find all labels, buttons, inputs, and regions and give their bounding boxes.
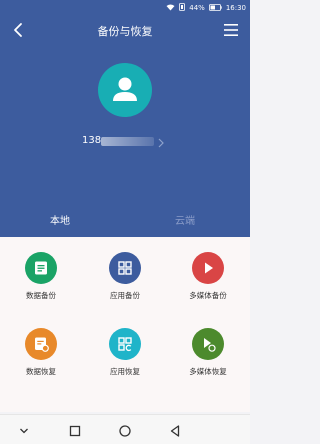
document-restore-icon bbox=[25, 328, 57, 360]
data-restore-label: 数据恢复 bbox=[26, 367, 56, 376]
nav-recents-button[interactable] bbox=[68, 423, 82, 437]
hamburger-menu-icon bbox=[224, 24, 238, 36]
app-bar: 备份与恢复 bbox=[0, 15, 250, 45]
wifi-icon bbox=[166, 4, 175, 13]
tab-cloud[interactable]: 云端 bbox=[175, 212, 195, 227]
masked-phone-digits bbox=[101, 137, 154, 146]
system-nav-bar bbox=[0, 414, 250, 444]
grid-restore-icon bbox=[109, 328, 141, 360]
phone-number: 138 bbox=[82, 135, 102, 146]
tab-local[interactable]: 本地 bbox=[50, 212, 70, 227]
media-backup-button[interactable]: 多媒体备份 bbox=[173, 252, 243, 301]
grid-icon bbox=[109, 252, 141, 284]
play-icon bbox=[192, 252, 224, 284]
play-restore-icon bbox=[192, 328, 224, 360]
media-restore-label: 多媒体恢复 bbox=[189, 367, 227, 376]
data-backup-button[interactable]: 数据备份 bbox=[6, 252, 76, 301]
sim-icon bbox=[179, 3, 186, 13]
circle-icon bbox=[119, 425, 131, 437]
app-backup-button[interactable]: 应用备份 bbox=[90, 252, 160, 301]
battery-percent: 44% bbox=[189, 4, 205, 12]
status-bar: 44% 16:30 bbox=[0, 0, 250, 15]
nav-back-button[interactable] bbox=[168, 423, 182, 437]
chevron-right-icon bbox=[156, 134, 166, 148]
triangle-back-icon bbox=[170, 425, 180, 437]
document-icon bbox=[25, 252, 57, 284]
menu-button[interactable] bbox=[222, 21, 240, 39]
account-row[interactable]: 138 bbox=[0, 133, 250, 149]
media-restore-button[interactable]: 多媒体恢复 bbox=[173, 328, 243, 377]
data-restore-button[interactable]: 数据恢复 bbox=[6, 328, 76, 377]
data-backup-label: 数据备份 bbox=[26, 291, 56, 300]
nav-collapse-button[interactable] bbox=[17, 423, 31, 437]
app-restore-button[interactable]: 应用恢复 bbox=[90, 328, 160, 377]
nav-home-button[interactable] bbox=[118, 423, 132, 437]
page-title: 备份与恢复 bbox=[97, 25, 153, 38]
media-backup-label: 多媒体备份 bbox=[189, 291, 227, 300]
app-backup-label: 应用备份 bbox=[110, 291, 140, 300]
user-icon bbox=[113, 77, 137, 101]
chevron-down-icon bbox=[20, 428, 28, 434]
avatar[interactable] bbox=[98, 63, 152, 117]
battery-icon bbox=[208, 3, 222, 13]
app-restore-label: 应用恢复 bbox=[110, 367, 140, 376]
actions-panel: 数据备份 应用备份 多媒体备份 数据恢复 应用恢复 多媒体恢复 bbox=[0, 237, 250, 412]
square-icon bbox=[69, 425, 81, 437]
clock: 16:30 bbox=[225, 4, 246, 12]
